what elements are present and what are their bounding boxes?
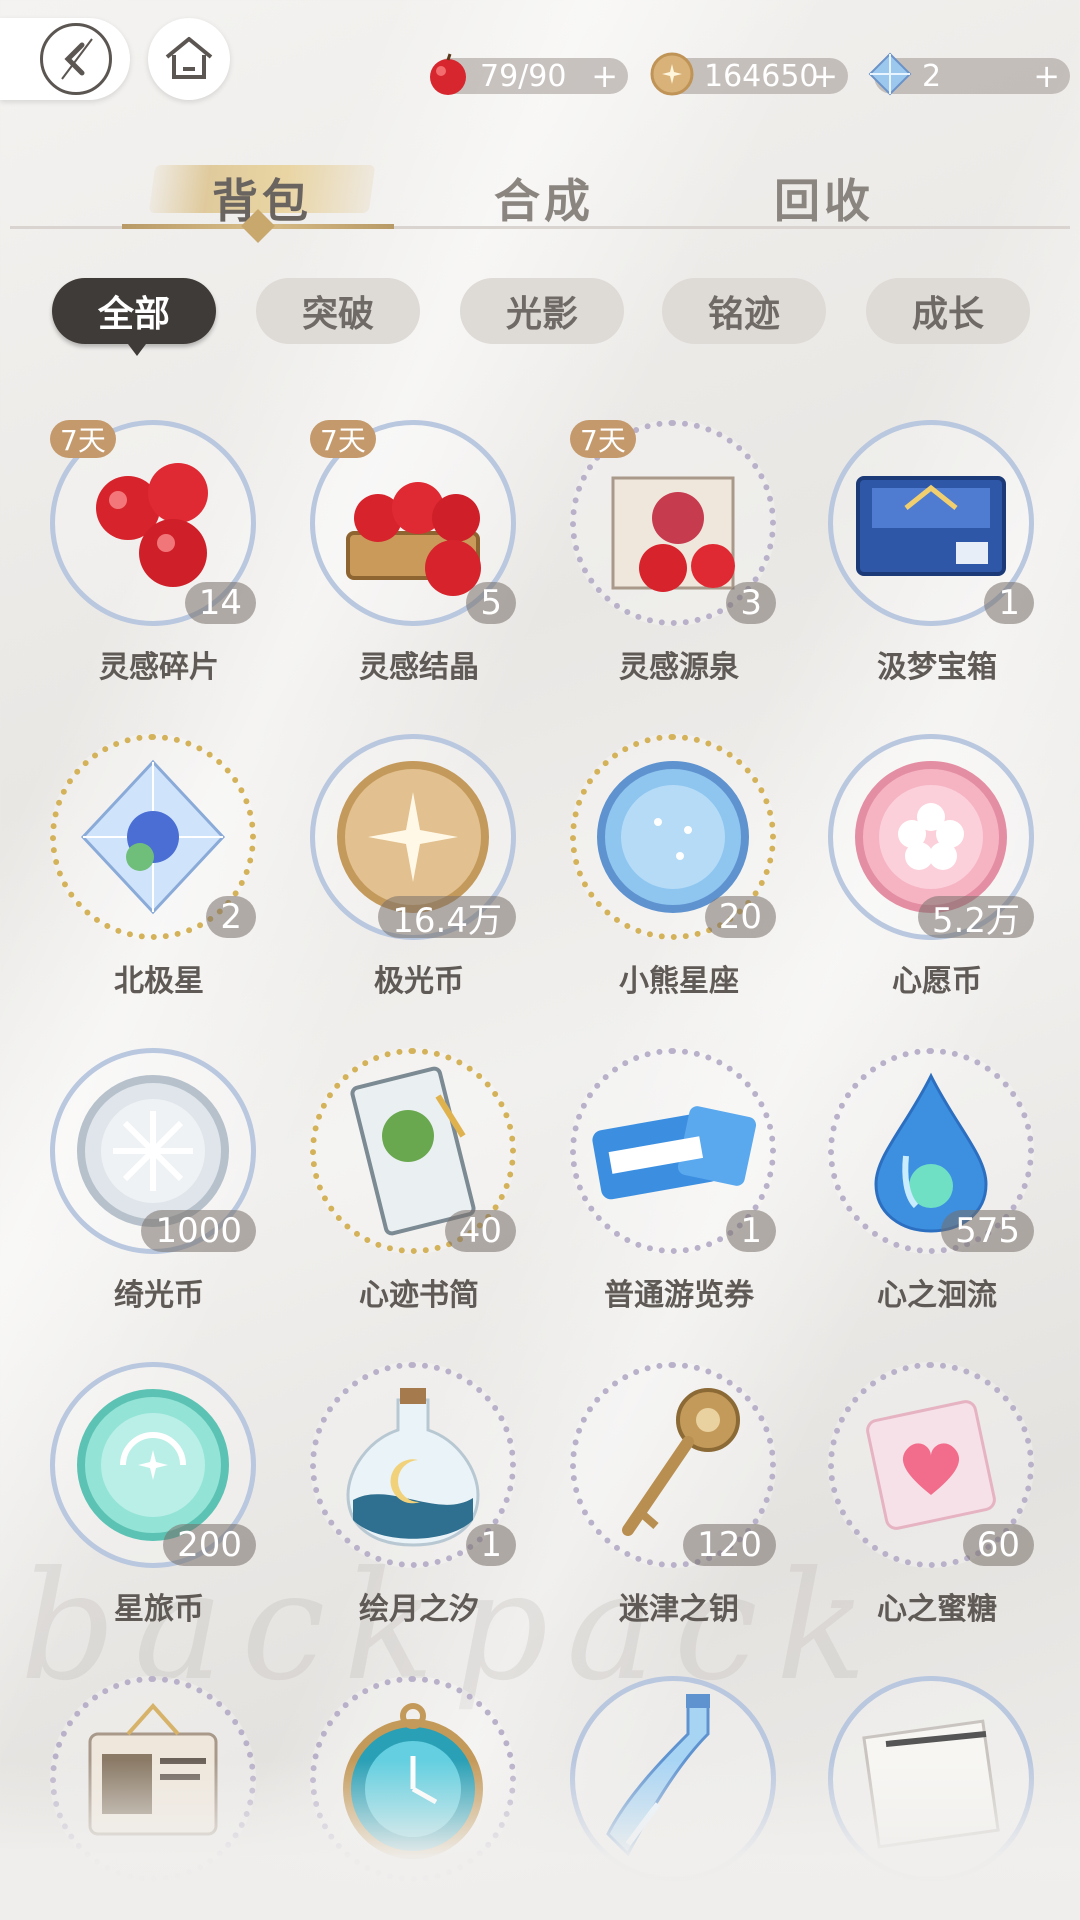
item-name: 汲梦宝箱 [877, 650, 997, 685]
ticket-icon [592, 1106, 757, 1200]
home-icon [165, 37, 213, 79]
item-name: 心之洄流 [877, 1278, 997, 1313]
back-arrow-icon [40, 23, 112, 95]
expiry-badge: 7天 [310, 420, 376, 458]
item-name: 星旅币 [114, 1592, 204, 1627]
item-name: 心愿币 [892, 964, 982, 999]
add-coin-button[interactable]: + [811, 57, 838, 95]
inventory-item[interactable]: 7天 5 灵感结晶 [274, 420, 516, 685]
inventory-item[interactable]: 40 心迹书简 [274, 1048, 516, 1313]
inventory-item[interactable]: 1 普通游览券 [534, 1048, 776, 1313]
home-button[interactable] [148, 18, 230, 100]
resource-diamond[interactable]: 2 + [868, 52, 1070, 96]
item-count: 5 [466, 582, 516, 624]
item-count: 40 [444, 1210, 516, 1252]
inventory-item[interactable]: 1 汲梦宝箱 [792, 420, 1034, 685]
resource-apple-stamina[interactable]: 79/90 + [430, 53, 628, 95]
back-button[interactable] [0, 18, 130, 100]
inventory-item[interactable]: 200 星旅币 [14, 1362, 256, 1627]
item-count: 575 [941, 1210, 1034, 1252]
inventory-item[interactable]: 7天 14 灵感碎片 [14, 420, 256, 685]
inventory-item[interactable]: 1 绘月之汐 [274, 1362, 516, 1627]
expiry-badge: 7天 [50, 420, 116, 458]
main-tabs: 背包 合成 回收 [0, 155, 1080, 235]
item-name: 极光币 [374, 964, 464, 999]
apple-basket-icon [346, 482, 481, 596]
item-name: 灵感碎片 [99, 650, 219, 685]
item-name: 小熊星座 [619, 964, 739, 999]
filter-all[interactable]: 全部 [52, 278, 216, 356]
inventory-item[interactable]: 575 心之洄流 [792, 1048, 1034, 1313]
item-name: 绮光币 [114, 1278, 204, 1313]
inventory-item[interactable]: 120 迷津之钥 [534, 1362, 776, 1627]
filter-breakthrough[interactable]: 突破 [256, 278, 420, 344]
item-name: 迷津之钥 [619, 1592, 739, 1627]
item-count: 120 [683, 1524, 776, 1566]
inventory-item[interactable]: 2 北极星 [14, 734, 256, 999]
item-name: 北极星 [114, 964, 204, 999]
item-count: 1 [466, 1524, 516, 1566]
bottom-fade [0, 1760, 1080, 1920]
inventory-item[interactable]: 7天 3 灵感源泉 [534, 420, 776, 685]
resource-coin[interactable]: 164650 + [650, 52, 848, 96]
tab-recycle[interactable]: 回收 [774, 165, 874, 231]
diamond-icon [868, 52, 912, 96]
inventory-item[interactable]: 1000 绮光币 [14, 1048, 256, 1313]
item-count: 3 [726, 582, 776, 624]
item-count: 1 [726, 1210, 776, 1252]
item-count: 2 [206, 896, 256, 938]
apple-icon [430, 53, 466, 95]
add-diamond-button[interactable]: + [1033, 57, 1060, 95]
inventory-item[interactable]: 20 小熊星座 [534, 734, 776, 999]
blue-chest-icon [856, 476, 1006, 576]
item-count: 14 [184, 582, 256, 624]
item-name: 普通游览券 [604, 1278, 754, 1313]
expiry-badge: 7天 [570, 420, 636, 458]
item-count: 1 [984, 582, 1034, 624]
item-name: 灵感源泉 [619, 650, 739, 685]
item-count: 20 [704, 896, 776, 938]
item-count: 60 [962, 1524, 1034, 1566]
moon-bottle-icon [346, 1388, 480, 1547]
coin-icon [650, 52, 694, 96]
item-name: 心迹书简 [359, 1278, 479, 1313]
filter-light[interactable]: 光影 [460, 278, 624, 344]
filter-growth[interactable]: 成长 [866, 278, 1030, 344]
filter-trace[interactable]: 铭迹 [662, 278, 826, 344]
item-name: 绘月之汐 [359, 1592, 479, 1627]
inventory-item[interactable]: 16.4万极光币 [274, 734, 516, 999]
item-count: 5.2万 [917, 896, 1034, 941]
item-name: 灵感结晶 [359, 650, 479, 685]
item-count: 16.4万 [378, 896, 516, 941]
inventory-item[interactable]: 60 心之蜜糖 [792, 1362, 1034, 1627]
tab-craft[interactable]: 合成 [494, 165, 594, 231]
item-count: 200 [163, 1524, 256, 1566]
item-name: 心之蜜糖 [877, 1592, 997, 1627]
crystal-icon [80, 759, 226, 915]
item-count: 1000 [141, 1210, 256, 1252]
apple-box-icon [611, 476, 735, 592]
add-apple-button[interactable]: + [591, 57, 618, 95]
inventory-item[interactable]: 5.2万心愿币 [792, 734, 1034, 999]
